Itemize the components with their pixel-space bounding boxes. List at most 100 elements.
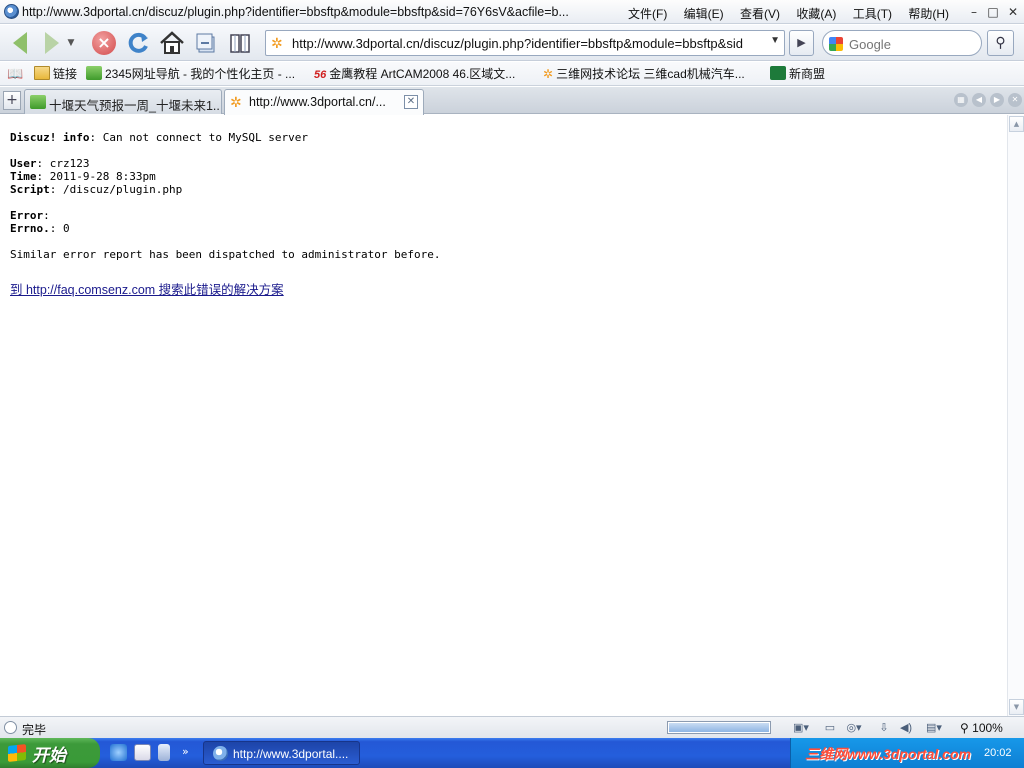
user-value: : crz123 bbox=[36, 157, 90, 170]
user-label: User bbox=[10, 157, 37, 170]
favorite-item-links[interactable]: 链接 bbox=[34, 66, 77, 82]
user-line: User: crz123 bbox=[10, 157, 89, 170]
window-title: http://www.3dportal.cn/discuz/plugin.php… bbox=[22, 5, 569, 19]
speaker-icon[interactable]: ◀) bbox=[898, 721, 914, 735]
site-2345-icon bbox=[86, 66, 102, 80]
script-label: Script bbox=[10, 183, 50, 196]
restore-page-icon bbox=[196, 33, 215, 53]
forward-button[interactable] bbox=[38, 29, 66, 57]
go-button[interactable]: ▶ bbox=[789, 30, 814, 56]
page-content: Discuz! info: Can not connect to MySQL s… bbox=[0, 115, 1007, 716]
chevron-down-icon[interactable]: ▼ bbox=[770, 35, 780, 46]
favorite-item-2345[interactable]: 2345网址导航 - 我的个性化主页 - ... bbox=[86, 66, 295, 82]
notepad-quicklaunch-icon[interactable] bbox=[134, 744, 151, 761]
start-button[interactable]: 开始 bbox=[0, 738, 100, 768]
vertical-scrollbar[interactable]: ▲ ▼ bbox=[1007, 115, 1024, 716]
favorite-label: 链接 bbox=[53, 67, 78, 81]
taskbar-window-label: http://www.3dportal.... bbox=[233, 747, 349, 761]
proxy-icon[interactable]: ▤▾ bbox=[926, 721, 942, 735]
minimize-button[interactable]: – bbox=[966, 4, 982, 20]
errno-line: Errno.: 0 bbox=[10, 222, 70, 235]
menu-edit[interactable]: 编辑(E) bbox=[684, 7, 724, 21]
forward-arrow-icon bbox=[45, 32, 59, 54]
menu-tools[interactable]: 工具(T) bbox=[853, 7, 892, 21]
close-tab-button[interactable]: ✕ bbox=[404, 95, 418, 109]
folder-icon bbox=[34, 66, 50, 80]
tab-scroll-right-button[interactable]: ▶ bbox=[990, 93, 1004, 107]
taskbar: 开始 » http://www.3dportal.... 三维网www.3dpo… bbox=[0, 738, 1024, 768]
undo-close-tab-button[interactable] bbox=[192, 29, 220, 57]
home-button[interactable] bbox=[158, 29, 186, 57]
compass-icon[interactable]: ◎▾ bbox=[846, 721, 862, 735]
tab-3dportal[interactable]: ✲ http://www.3dportal.cn/... ✕ bbox=[224, 89, 424, 115]
favorites-sidebar-button[interactable] bbox=[226, 29, 254, 57]
start-label: 开始 bbox=[32, 746, 66, 765]
taskbar-window-button[interactable]: http://www.3dportal.... bbox=[203, 741, 360, 765]
window-icon[interactable]: ▭ bbox=[822, 721, 838, 735]
3dportal-favicon: ✲ bbox=[271, 35, 283, 51]
quicklaunch-more-icon[interactable]: » bbox=[182, 745, 189, 758]
progress-fill bbox=[669, 723, 769, 732]
back-button[interactable] bbox=[6, 29, 34, 57]
scroll-up-button[interactable]: ▲ bbox=[1009, 116, 1024, 132]
faq-search-link[interactable]: 到 http://faq.comsenz.com 搜索此错误的解决方案 bbox=[10, 283, 284, 297]
address-bar[interactable]: ✲ ▼ bbox=[265, 30, 785, 56]
screen-capture-icon[interactable]: ▣▾ bbox=[793, 721, 809, 735]
home-icon bbox=[160, 31, 184, 54]
script-line: Script: /discuz/plugin.php bbox=[10, 183, 182, 196]
plus-icon: + bbox=[6, 92, 18, 108]
info-line: Discuz! info: Can not connect to MySQL s… bbox=[10, 131, 308, 144]
browser-logo-icon bbox=[213, 746, 228, 761]
windows-logo-icon bbox=[8, 744, 26, 762]
refresh-icon bbox=[128, 32, 148, 53]
favorite-item-xinshangmeng[interactable]: 新商盟 bbox=[770, 66, 825, 82]
menu-favorites[interactable]: 收藏(A) bbox=[796, 7, 836, 21]
tab-weather[interactable]: 十堰天气预报一周_十堰未来1... bbox=[24, 89, 222, 114]
stop-icon: × bbox=[92, 31, 116, 55]
download-icon[interactable]: ⇩ bbox=[876, 721, 892, 735]
time-value: : 2011-9-28 8:33pm bbox=[36, 170, 156, 183]
ie-quicklaunch-icon[interactable] bbox=[110, 744, 127, 761]
history-dropdown-button[interactable]: ▼ bbox=[64, 29, 78, 57]
menu-view[interactable]: 查看(V) bbox=[740, 7, 780, 21]
favorite-item-jinying[interactable]: 56 金鹰教程 ArtCAM2008 46.区域文... bbox=[314, 66, 515, 82]
favorite-label: 2345网址导航 - 我的个性化主页 - ... bbox=[105, 67, 296, 81]
zoom-icon: ⚲ bbox=[960, 721, 969, 735]
menu-help[interactable]: 帮助(H) bbox=[908, 7, 949, 21]
scroll-down-button[interactable]: ▼ bbox=[1009, 699, 1024, 715]
refresh-button[interactable] bbox=[124, 29, 152, 57]
zoom-value: 100% bbox=[972, 721, 1003, 735]
site-56-icon: 56 bbox=[314, 69, 327, 81]
search-box[interactable] bbox=[822, 30, 982, 56]
stop-button[interactable]: × bbox=[90, 29, 118, 57]
clock: 20:02 bbox=[984, 747, 1012, 759]
search-button[interactable]: ⚲ bbox=[987, 30, 1014, 56]
loading-progress-bar bbox=[667, 721, 771, 734]
tab-list-button[interactable]: ▦ bbox=[954, 93, 968, 107]
error-line: Error: bbox=[10, 209, 50, 222]
error-label: Error bbox=[10, 209, 44, 222]
url-input[interactable] bbox=[290, 34, 760, 52]
maximize-button[interactable]: □ bbox=[985, 4, 1001, 20]
favorites-bar: 📖 链接 2345网址导航 - 我的个性化主页 - ... 56 金鹰教程 Art… bbox=[0, 62, 1024, 86]
favorite-label: 金鹰教程 ArtCAM2008 46.区域文... bbox=[329, 67, 516, 81]
book-icon bbox=[230, 34, 250, 53]
menu-file[interactable]: 文件(F) bbox=[628, 7, 667, 21]
back-arrow-icon bbox=[13, 32, 27, 54]
close-all-tabs-button[interactable]: ✕ bbox=[1008, 93, 1022, 107]
tab-scroll-left-button[interactable]: ◀ bbox=[972, 93, 986, 107]
media-quicklaunch-icon[interactable] bbox=[158, 744, 170, 761]
new-tab-button[interactable]: + bbox=[3, 91, 21, 110]
search-input[interactable] bbox=[847, 35, 975, 53]
close-window-button[interactable]: ✕ bbox=[1005, 4, 1021, 20]
favorite-label: 新商盟 bbox=[789, 67, 826, 81]
play-arrow-icon: ▶ bbox=[797, 36, 806, 49]
favorite-item-3dportal[interactable]: ✲ 三维网技术论坛 三维cad机械汽车... bbox=[543, 66, 745, 82]
info-text: : Can not connect to MySQL server bbox=[89, 131, 309, 144]
favorites-menu-button[interactable]: 📖 bbox=[7, 66, 23, 82]
site-watermark: 三维网www.3dportal.com bbox=[805, 746, 971, 762]
navigation-toolbar: ▼ × ✲ ▼ ▶ ⚲ bbox=[0, 25, 1024, 61]
dispatch-message: Similar error report has been dispatched… bbox=[10, 248, 441, 261]
zoom-level[interactable]: ⚲ 100% bbox=[960, 721, 1003, 735]
info-label: Discuz! info bbox=[10, 131, 90, 144]
